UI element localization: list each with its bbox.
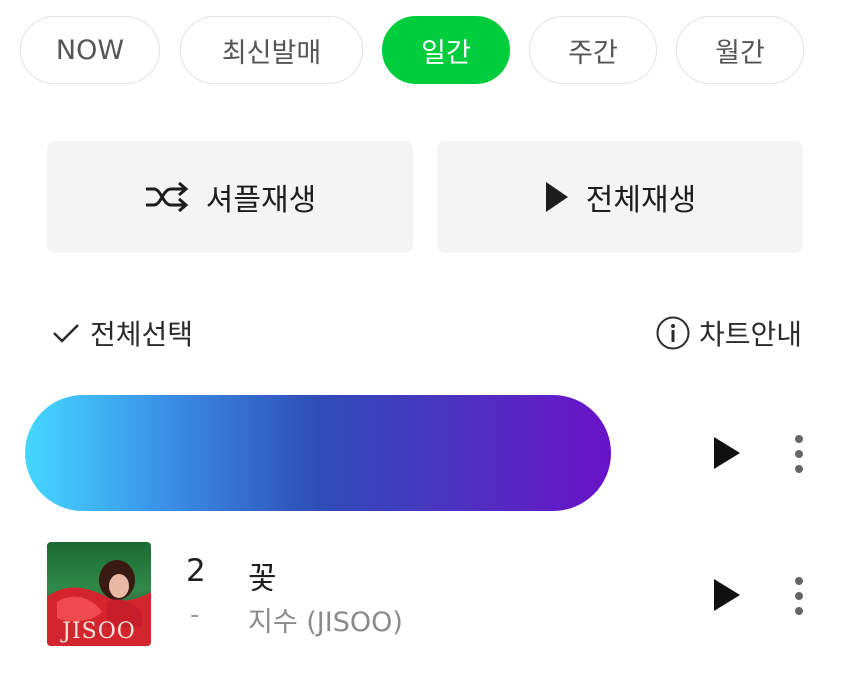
song-artist[interactable]: 지수 (JISOO) [248,600,403,639]
chart-guide-button[interactable]: 차트안내 [655,313,802,353]
play-icon [545,182,568,212]
tab-now[interactable]: NOW [20,16,160,84]
shuffle-play-button[interactable]: 셔플재생 [47,141,413,253]
tab-weekly[interactable]: 주간 [529,16,657,84]
check-icon [53,324,79,343]
rank-change: - [190,600,200,630]
rank-1-banner[interactable] [25,395,611,511]
more-vertical-icon[interactable] [794,434,804,474]
song-rank: 2 [186,553,206,589]
tab-monthly[interactable]: 월간 [676,16,804,84]
more-vertical-icon[interactable] [794,576,804,616]
tab-daily[interactable]: 일간 [382,16,510,84]
shuffle-icon [145,182,189,212]
info-icon [656,316,690,350]
play-icon[interactable] [712,578,742,612]
shuffle-play-label: 셔플재생 [205,183,317,218]
play-all-button[interactable]: 전체재생 [437,141,803,253]
song-title[interactable]: 꽃 [248,553,277,598]
select-all-label: 전체선택 [90,318,194,351]
tab-new-release[interactable]: 최신발매 [180,16,363,84]
album-art[interactable]: JISOO [47,542,151,646]
chart-guide-label: 차트안내 [698,318,802,351]
select-all-toggle[interactable]: 전체선택 [52,313,193,353]
svg-text:JISOO: JISOO [60,619,136,644]
play-all-label: 전체재생 [585,183,697,218]
play-icon[interactable] [712,436,742,470]
